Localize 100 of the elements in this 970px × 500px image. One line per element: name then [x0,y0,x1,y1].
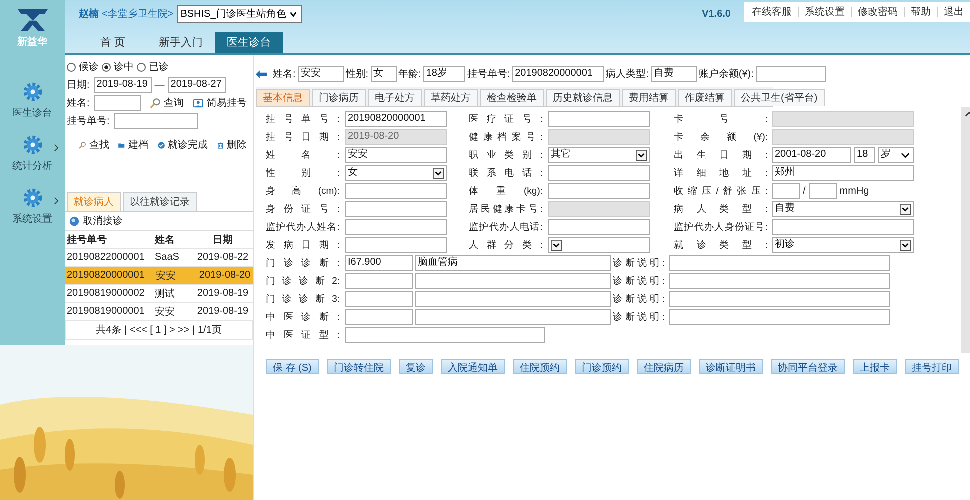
action-button[interactable]: 挂号打印 [904,359,959,374]
text-field[interactable] [548,219,650,235]
select-field[interactable]: 初诊 [772,237,914,253]
radio-label[interactable]: 候诊 [79,60,99,74]
patient-field[interactable] [756,66,826,82]
age-field[interactable]: 18 [854,147,876,163]
cancel-icon[interactable] [69,216,80,226]
select-field[interactable] [548,237,650,253]
header-link[interactable]: 系统设置 [805,5,845,19]
text-field[interactable] [772,219,914,235]
date-field[interactable]: 2019-08-19 [94,77,152,93]
text-field[interactable]: 安安 [345,147,447,163]
list-tab[interactable]: 以往就诊记录 [123,192,197,211]
text-field[interactable] [345,237,447,253]
radio-label[interactable]: 诊中 [114,60,134,74]
patient-field[interactable]: 女 [370,66,397,82]
radio-label[interactable]: 已诊 [149,60,169,74]
text-field[interactable] [808,183,837,199]
patient-field[interactable]: 自费 [650,66,697,82]
text-field[interactable] [548,165,650,181]
patient-field[interactable]: 20190820000001 [512,66,604,82]
text-field[interactable] [345,327,545,343]
diagnosis-note-field[interactable] [669,255,890,271]
diagnosis-code-field[interactable] [345,273,413,289]
main-tab[interactable]: 首 页 [79,32,147,53]
diagnosis-code-field[interactable] [345,309,413,325]
text-field[interactable] [345,201,447,217]
radio-button[interactable] [67,62,76,72]
action-link[interactable]: 查找 [89,138,110,152]
form-tab[interactable]: 费用结算 [622,89,676,106]
action-button[interactable]: 入院通知单 [440,359,505,374]
form-tab[interactable]: 历史就诊信息 [546,89,620,106]
form-tab[interactable]: 作废结算 [678,89,732,106]
diagnosis-code-field[interactable] [345,291,413,307]
select-field[interactable]: 女 [345,165,447,181]
diagnosis-name-field[interactable] [415,273,611,289]
date-field[interactable]: 2001-08-20 [772,147,852,163]
diagnosis-name-field[interactable] [415,309,611,325]
org-link[interactable]: <李堂乡卫生院> [102,7,174,21]
action-button[interactable]: 复诊 [398,359,433,374]
nav-item[interactable]: 统计分析 [12,159,52,173]
action-button[interactable]: 住院预约 [512,359,567,374]
action-button[interactable]: 门诊转住院 [326,359,391,374]
query-link[interactable]: 查询 [164,96,184,110]
radio-button[interactable] [102,62,111,72]
header-link[interactable]: 修改密码 [858,5,898,19]
gear-icon[interactable] [22,81,44,103]
table-row[interactable]: 20190820000001 安安 2019-08-20 [65,267,253,285]
diagnosis-name-field[interactable] [415,291,611,307]
role-select[interactable]: BSHIS_门诊医生站角色 [176,5,302,23]
nav-item[interactable]: 医生诊台 [12,106,52,120]
form-tab[interactable]: 公共卫生(省平台) [734,89,825,106]
gear-icon[interactable] [22,134,44,156]
action-button[interactable]: 保 存 (S) [266,359,319,374]
text-field[interactable] [345,183,447,199]
check-icon[interactable] [158,140,165,150]
name-field[interactable] [94,95,142,111]
person-icon[interactable] [193,98,204,108]
select-field[interactable]: 岁 [878,147,914,163]
text-field[interactable] [772,183,800,199]
patient-field[interactable]: 18岁 [423,66,466,82]
action-link[interactable]: 删除 [227,138,247,152]
easy-register-link[interactable]: 简易挂号 [206,96,247,110]
action-button[interactable]: 住院病历 [636,359,691,374]
action-button[interactable]: 诊断证明书 [698,359,763,374]
radio-button[interactable] [137,62,146,72]
table-row[interactable]: 20190819000001 安安 2019-08-19 [65,303,253,321]
form-tab[interactable]: 电子处方 [368,89,422,106]
diagnosis-name-field[interactable]: 脑血管病 [415,255,611,271]
trash-icon[interactable] [216,140,224,150]
form-tab[interactable]: 检查检验单 [480,89,544,106]
action-link[interactable]: 建档 [128,138,148,152]
action-button[interactable]: 上报卡 [852,359,897,374]
action-button[interactable]: 门诊预约 [574,359,629,374]
date-field[interactable]: 2019-08-27 [168,77,226,93]
form-tab[interactable]: 草药处方 [424,89,478,106]
main-tab[interactable]: 医生诊台 [215,32,283,53]
text-field[interactable]: 郑州 [772,165,914,181]
back-arrow-icon[interactable] [256,70,267,78]
table-row[interactable]: 20190819000002 测试 2019-08-19 [65,285,253,303]
register-number-field[interactable] [114,113,198,129]
header-link[interactable]: 帮助 [911,5,931,19]
header-link[interactable]: 退出 [944,5,964,19]
nav-item[interactable]: 系统设置 [12,212,52,226]
diagnosis-code-field[interactable]: I67.900 [345,255,413,271]
chevron-icon[interactable] [54,197,58,205]
text-field[interactable]: 20190820000001 [345,111,447,127]
header-link[interactable]: 在线客服 [752,5,792,19]
search-icon[interactable] [79,140,86,150]
text-field[interactable] [345,219,447,235]
select-field[interactable]: 自费 [772,201,914,217]
chevron-icon[interactable] [54,144,58,152]
form-tab[interactable]: 门诊病历 [312,89,366,106]
text-field[interactable] [548,111,650,127]
search-icon[interactable] [150,98,162,108]
user-name[interactable]: 赵楠 [79,7,99,21]
cancel-link[interactable]: 取消接诊 [83,214,123,228]
action-link[interactable]: 就诊完成 [168,138,208,152]
select-field[interactable]: 其它 [548,147,650,163]
patient-field[interactable]: 安安 [298,66,344,82]
